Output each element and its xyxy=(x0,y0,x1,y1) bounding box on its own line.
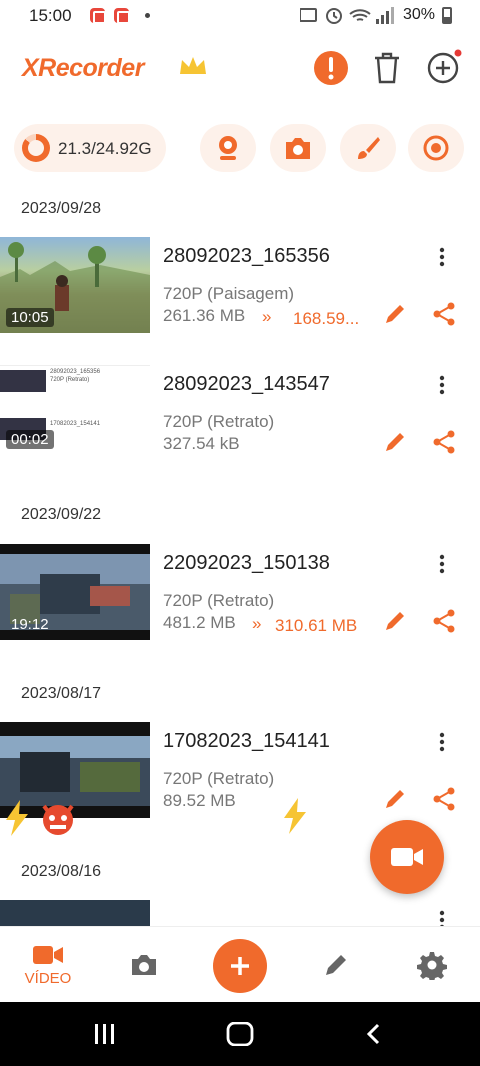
share-icon[interactable] xyxy=(431,301,457,327)
system-navigation-bar xyxy=(0,1002,480,1066)
thumb-mini-image xyxy=(0,370,46,392)
compress-arrow-icon: » xyxy=(262,307,272,326)
devil-icon xyxy=(42,804,74,835)
video-title: 28092023_165356 xyxy=(163,245,330,267)
edit-icon[interactable] xyxy=(382,429,408,455)
crown-icon[interactable] xyxy=(178,54,208,78)
video-resolution: 720P (Retrato) xyxy=(163,412,275,431)
add-button[interactable] xyxy=(423,48,463,88)
video-thumbnail[interactable]: 19:12 xyxy=(0,544,150,640)
bottom-navigation: VÍDEO xyxy=(0,926,480,1002)
share-icon[interactable] xyxy=(431,786,457,812)
video-title: 17082023_154141 xyxy=(163,730,330,752)
date-header: 2023/08/16 xyxy=(21,863,102,880)
video-row[interactable]: 19:12 22092023_150138 720P (Retrato) 481… xyxy=(0,544,480,644)
video-resolution: 720P (Retrato) xyxy=(163,591,275,610)
share-icon[interactable] xyxy=(431,429,457,455)
more-vert-icon[interactable] xyxy=(432,908,452,926)
app-logo: XRecorder xyxy=(22,54,144,82)
video-size: 327.54 kB xyxy=(163,434,240,453)
video-duration: 19:12 xyxy=(11,616,49,633)
more-vert-icon[interactable] xyxy=(432,552,452,576)
nav-video-label: VÍDEO xyxy=(24,969,72,987)
camera-icon xyxy=(132,955,156,975)
status-time: 15:00 xyxy=(29,6,72,25)
add-circle-icon xyxy=(427,49,462,84)
storage-text: 21.3/24.92G xyxy=(58,139,152,158)
storage-ring-icon xyxy=(22,134,50,162)
nav-settings-tab[interactable] xyxy=(408,927,456,1003)
compress-arrow-icon: » xyxy=(252,614,262,633)
video-thumbnail[interactable]: 28092023_165356 720P (Retrato) 17082023_1… xyxy=(0,365,150,461)
notification-app-icon xyxy=(114,8,130,24)
record-icon xyxy=(423,135,449,161)
edit-icon[interactable] xyxy=(382,608,408,634)
brush-button[interactable] xyxy=(340,124,396,172)
lightning-icon xyxy=(6,800,28,836)
video-duration: 00:02 xyxy=(6,430,54,449)
date-header: 2023/09/22 xyxy=(21,506,102,523)
video-resolution: 720P (Paisagem) xyxy=(163,284,295,303)
video-row[interactable]: 28092023_165356 720P (Retrato) 17082023_1… xyxy=(0,365,480,465)
edit-icon[interactable] xyxy=(382,786,408,812)
nav-add-button[interactable] xyxy=(213,939,267,993)
video-camera-icon xyxy=(33,945,63,964)
compressed-size: 168.59... xyxy=(293,309,360,328)
video-size: 261.36 MB xyxy=(163,306,246,325)
plus-icon xyxy=(231,957,249,975)
trash-icon xyxy=(375,52,399,84)
back-icon[interactable] xyxy=(364,1022,384,1046)
alert-icon xyxy=(314,51,348,85)
system-status-icons xyxy=(299,6,395,29)
video-camera-icon xyxy=(391,848,423,866)
video-row[interactable] xyxy=(0,900,480,926)
date-header: 2023/09/28 xyxy=(21,200,102,217)
start-recording-fab[interactable] xyxy=(370,820,444,894)
more-notifications-icon xyxy=(145,13,150,18)
video-title: 22092023_150138 xyxy=(163,552,330,574)
lightning-icon xyxy=(284,798,306,834)
status-bar: 15:00 30% xyxy=(0,0,480,32)
webcam-icon xyxy=(219,136,237,160)
more-vert-icon[interactable] xyxy=(432,245,452,269)
video-thumbnail[interactable]: 10:05 xyxy=(0,237,150,333)
video-duration: 10:05 xyxy=(6,308,54,327)
delete-button[interactable] xyxy=(367,48,407,88)
nav-edit-tab[interactable] xyxy=(312,927,360,1003)
alert-button[interactable] xyxy=(311,48,351,88)
brush-icon xyxy=(358,137,380,159)
video-title: 28092023_143547 xyxy=(163,373,330,395)
battery-percent: 30% xyxy=(403,6,436,23)
edit-icon[interactable] xyxy=(382,301,408,327)
video-row[interactable]: 10:05 28092023_165356 720P (Paisagem) 26… xyxy=(0,237,480,337)
compressed-size: 310.61 MB xyxy=(275,616,358,635)
quick-toolbar: 21.3/24.92G xyxy=(0,120,480,176)
settings-icon xyxy=(417,952,447,980)
notification-app-icon xyxy=(90,8,106,24)
nav-video-tab[interactable]: VÍDEO xyxy=(20,927,76,1003)
share-icon[interactable] xyxy=(431,608,457,634)
thumb-mini-text: 28092023_165356 720P (Retrato) xyxy=(50,369,101,383)
storage-indicator[interactable]: 21.3/24.92G xyxy=(14,124,166,172)
nav-screenshot-tab[interactable] xyxy=(120,927,168,1003)
home-icon[interactable] xyxy=(226,1022,254,1046)
more-vert-icon[interactable] xyxy=(432,730,452,754)
battery-icon xyxy=(442,7,452,24)
screenshot-button[interactable] xyxy=(270,124,326,172)
edit-icon xyxy=(326,955,346,975)
video-size: 481.2 MB xyxy=(163,613,236,632)
more-vert-icon[interactable] xyxy=(432,373,452,397)
record-button[interactable] xyxy=(408,124,464,172)
camera-icon xyxy=(286,138,310,159)
video-resolution: 720P (Retrato) xyxy=(163,769,275,788)
video-size: 89.52 MB xyxy=(163,791,236,810)
recent-apps-icon[interactable] xyxy=(92,1022,118,1046)
facecam-button[interactable] xyxy=(200,124,256,172)
app-header: XRecorder xyxy=(0,40,480,96)
video-thumbnail[interactable] xyxy=(0,900,150,926)
thumb-mini-text: 17082023_154141 xyxy=(50,421,101,427)
date-header: 2023/08/17 xyxy=(21,685,102,702)
